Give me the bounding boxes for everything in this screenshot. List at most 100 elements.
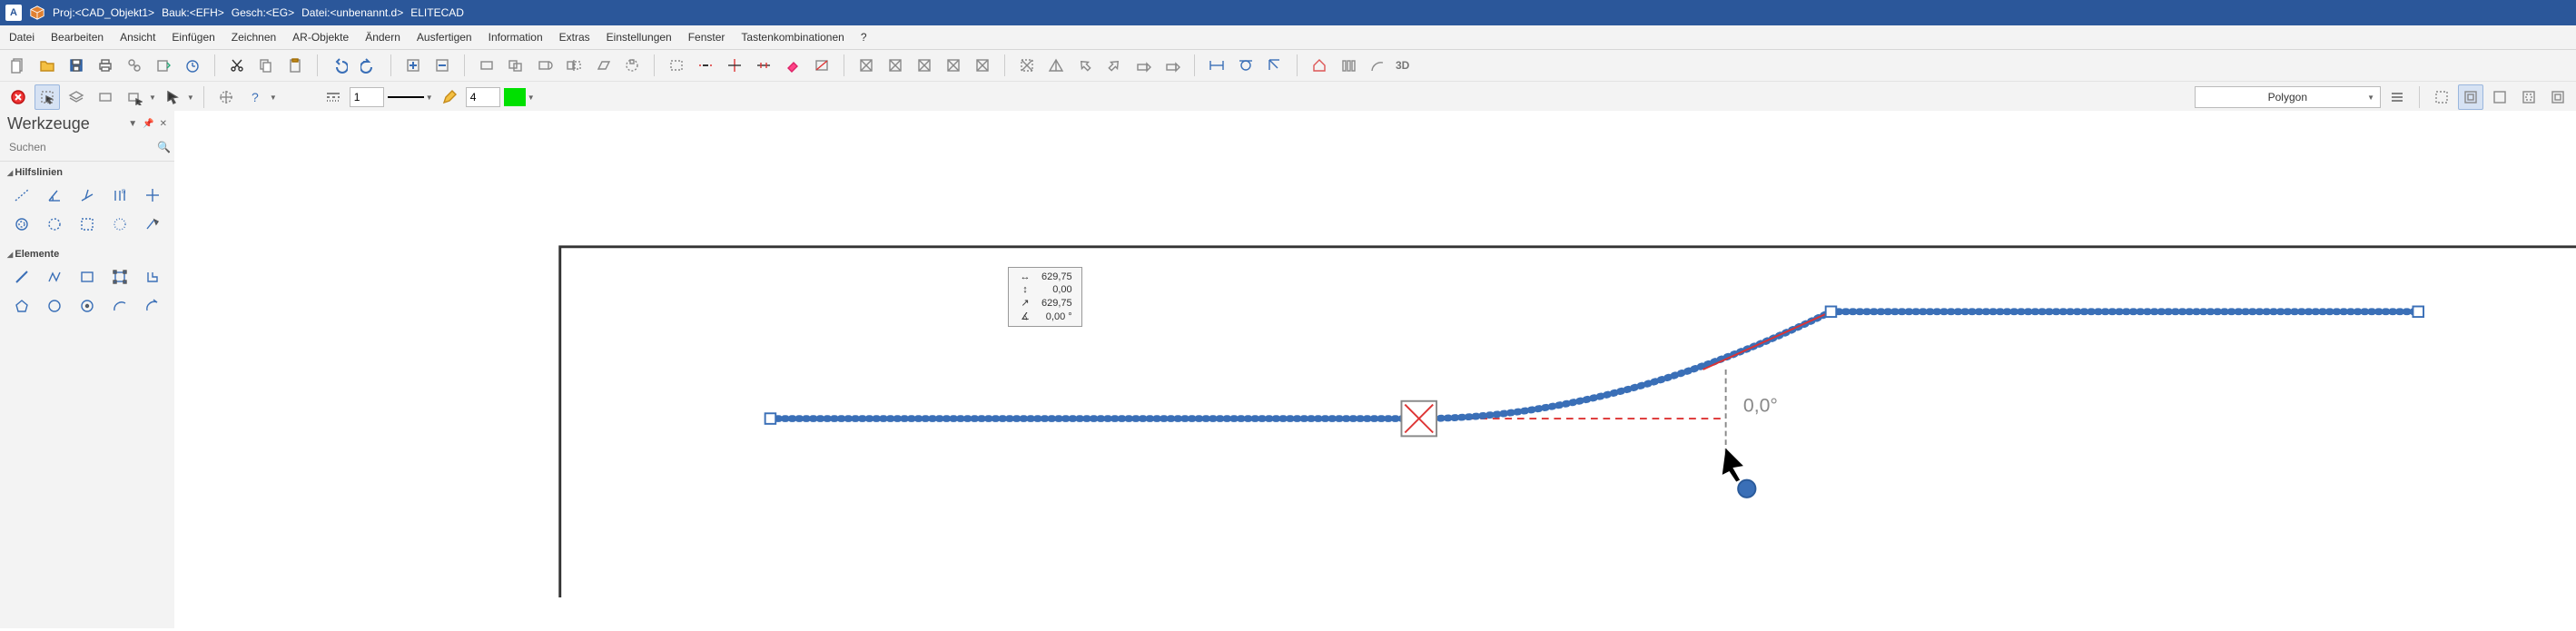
extend-icon[interactable]	[722, 53, 747, 78]
dim-3-icon[interactable]	[1262, 53, 1288, 78]
menu-help[interactable]: ?	[861, 31, 867, 44]
hatch-lines-icon[interactable]	[2384, 84, 2410, 110]
hatch-2-icon[interactable]	[883, 53, 908, 78]
rectangle-icon[interactable]	[73, 263, 102, 291]
arrow-view-2-icon[interactable]	[1101, 53, 1127, 78]
skew-icon[interactable]	[590, 53, 616, 78]
layers-icon[interactable]	[64, 84, 89, 110]
rotate-pattern-icon[interactable]	[619, 53, 645, 78]
section-elemente[interactable]: Elemente	[0, 243, 174, 263]
house-icon[interactable]	[1307, 53, 1332, 78]
new-file-icon[interactable]	[5, 53, 31, 78]
view-pick-icon[interactable]	[122, 84, 147, 110]
angle-shape-icon[interactable]	[138, 263, 167, 291]
n-line-icon[interactable]: n	[105, 182, 134, 209]
polygon-type-combo[interactable]: Polygon ▼	[2195, 86, 2381, 108]
menu-fenster[interactable]: Fenster	[688, 31, 725, 44]
pin-icon[interactable]: 📌	[143, 119, 153, 129]
linetype-input[interactable]	[350, 87, 384, 107]
color-swatch[interactable]	[504, 88, 526, 106]
redo-icon[interactable]	[356, 53, 381, 78]
help-icon[interactable]: ?	[242, 84, 268, 110]
linetype-icon[interactable]	[321, 84, 346, 110]
circle-icon[interactable]	[40, 292, 69, 320]
paste-icon[interactable]	[282, 53, 308, 78]
menu-bearbeiten[interactable]: Bearbeiten	[51, 31, 104, 44]
plus-box-icon[interactable]	[400, 53, 426, 78]
section-hilfslinien[interactable]: Hilfslinien	[0, 162, 174, 182]
menu-ar-objekte[interactable]: AR-Objekte	[292, 31, 349, 44]
construction-line-icon[interactable]	[7, 182, 36, 209]
menu-extras[interactable]: Extras	[559, 31, 590, 44]
arc-icon[interactable]	[105, 292, 134, 320]
hatch-5-icon[interactable]	[970, 53, 995, 78]
polymode-4-icon[interactable]	[2516, 84, 2541, 110]
polygon-icon[interactable]	[7, 292, 36, 320]
reticle-icon[interactable]	[213, 84, 239, 110]
flip-icon[interactable]	[561, 53, 587, 78]
arrow-view-4-icon[interactable]	[1160, 53, 1185, 78]
chevron-down-icon[interactable]: ▼	[187, 94, 194, 102]
menu-datei[interactable]: Datei	[9, 31, 35, 44]
erase-line-icon[interactable]	[809, 53, 834, 78]
panel-menu-icon[interactable]: ▼	[128, 119, 137, 129]
arc-3d-icon[interactable]	[1365, 53, 1390, 78]
arc-aux-icon[interactable]	[40, 211, 69, 238]
cancel-icon[interactable]	[5, 84, 31, 110]
dash-arc-icon[interactable]	[105, 211, 134, 238]
print-icon[interactable]	[93, 53, 118, 78]
undo-icon[interactable]	[327, 53, 352, 78]
divide-icon[interactable]	[751, 53, 776, 78]
arrow-view-3-icon[interactable]	[1130, 53, 1156, 78]
polyline-icon[interactable]	[40, 263, 69, 291]
chevron-down-icon[interactable]: ▼	[426, 94, 433, 102]
menu-tastenkombinationen[interactable]: Tastenkombinationen	[741, 31, 844, 44]
copy-props-icon[interactable]	[122, 53, 147, 78]
polymode-5-icon[interactable]	[2545, 84, 2571, 110]
polymode-3-icon[interactable]	[2487, 84, 2512, 110]
copy-icon[interactable]	[253, 53, 279, 78]
canvas-area[interactable]: 0,0° ↔629,75 ↕0,00 ↗629,75 ∡0,00 °	[174, 111, 2576, 628]
dim-1-icon[interactable]	[1204, 53, 1229, 78]
timer-icon[interactable]	[180, 53, 205, 78]
angle-line-icon[interactable]	[40, 182, 69, 209]
arrow-view-1-icon[interactable]	[1072, 53, 1098, 78]
chevron-down-icon[interactable]: ▼	[270, 94, 277, 102]
rect-icon[interactable]	[474, 53, 499, 78]
perp-line-icon[interactable]	[73, 182, 102, 209]
chevron-down-icon[interactable]: ▼	[149, 94, 156, 102]
circle-center-icon[interactable]	[73, 292, 102, 320]
dash-circle-icon[interactable]	[73, 211, 102, 238]
open-folder-icon[interactable]	[35, 53, 60, 78]
menu-zeichnen[interactable]: Zeichnen	[232, 31, 276, 44]
circle-aux-icon[interactable]	[7, 211, 36, 238]
close-icon[interactable]: ✕	[160, 119, 167, 129]
save-icon[interactable]	[64, 53, 89, 78]
search-icon[interactable]: 🔍	[157, 141, 171, 153]
dim-2-icon[interactable]	[1233, 53, 1258, 78]
rects-icon[interactable]	[503, 53, 528, 78]
tangent-icon[interactable]	[138, 211, 167, 238]
pyramid-icon[interactable]	[1043, 53, 1069, 78]
pen-input[interactable]	[466, 87, 500, 107]
eraser-icon[interactable]	[780, 53, 805, 78]
label-3d[interactable]: 3D	[1396, 59, 1409, 72]
tools-search-input[interactable]	[7, 139, 152, 155]
rect-handles-icon[interactable]	[105, 263, 134, 291]
chevron-down-icon[interactable]: ▼	[528, 94, 535, 102]
hatch-1-icon[interactable]	[854, 53, 879, 78]
minus-box-icon[interactable]	[429, 53, 455, 78]
menu-information[interactable]: Information	[489, 31, 543, 44]
menu-einfuegen[interactable]: Einfügen	[172, 31, 214, 44]
hatch-dash-icon[interactable]	[1014, 53, 1040, 78]
cross-icon[interactable]	[138, 182, 167, 209]
columns-icon[interactable]	[1336, 53, 1361, 78]
polymode-1-icon[interactable]	[2429, 84, 2454, 110]
hatch-4-icon[interactable]	[941, 53, 966, 78]
cursor-icon[interactable]	[160, 84, 185, 110]
menu-ausfertigen[interactable]: Ausfertigen	[417, 31, 472, 44]
arc-tangent-icon[interactable]	[138, 292, 167, 320]
select-icon[interactable]	[35, 84, 60, 110]
rotate-rect-icon[interactable]	[532, 53, 558, 78]
menu-aendern[interactable]: Ändern	[365, 31, 400, 44]
